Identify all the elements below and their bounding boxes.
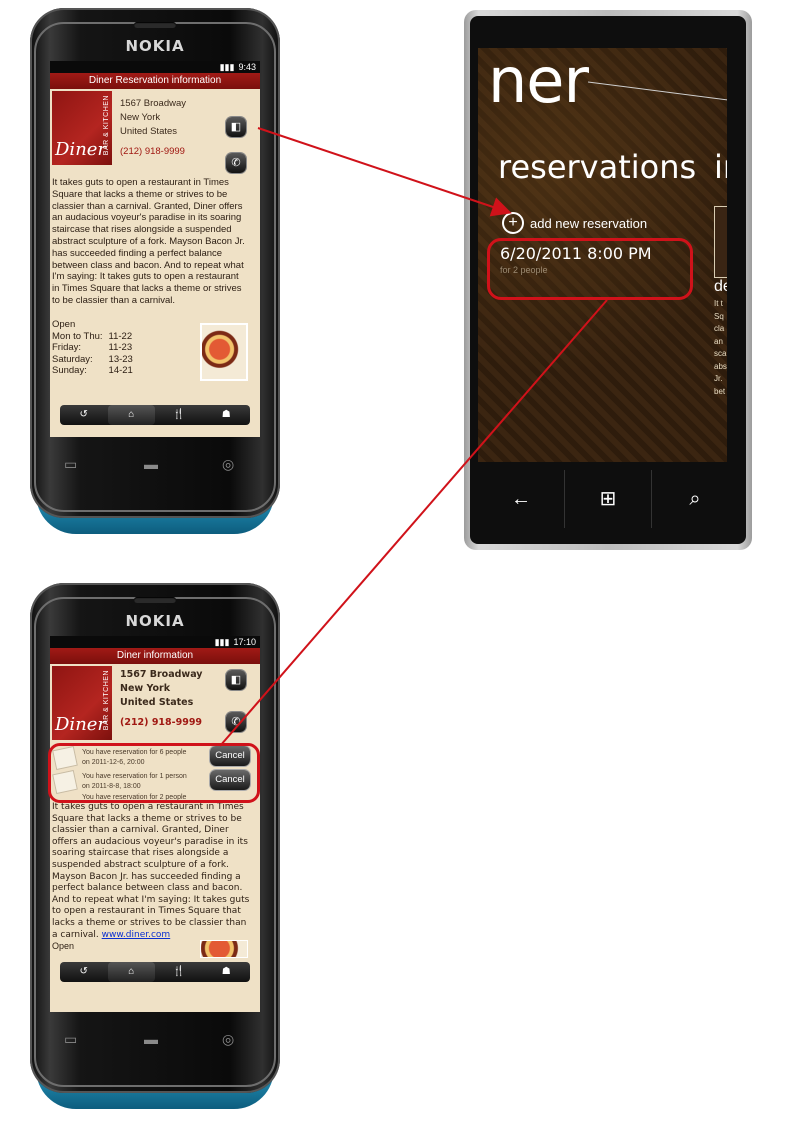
connector-arrows <box>219 127 608 747</box>
arrow-reservation-to-list <box>219 299 608 747</box>
arrow-map-to-add <box>257 127 512 217</box>
